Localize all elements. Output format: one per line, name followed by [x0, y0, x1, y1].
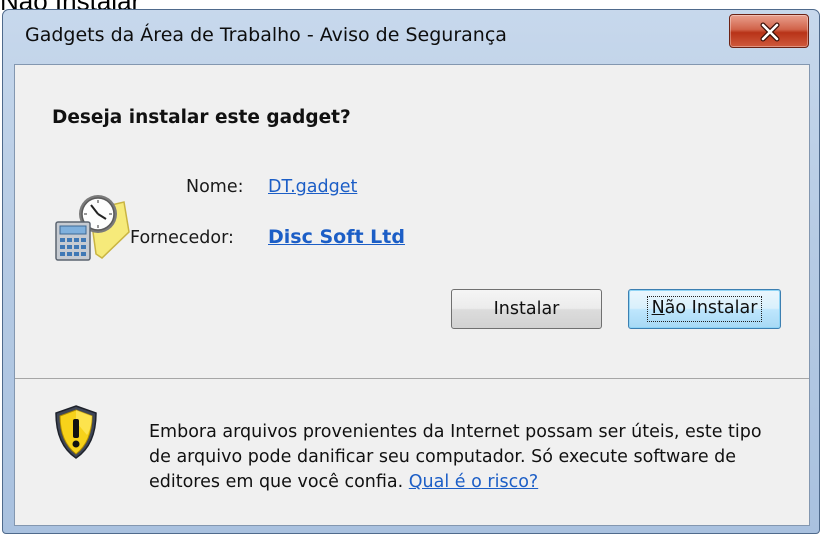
- window-title: Gadgets da Área de Trabalho - Aviso de S…: [25, 24, 507, 46]
- dont-install-label-rest: ão Instalar: [664, 298, 758, 319]
- warning-message: Embora arquivos provenientes da Internet…: [149, 420, 779, 495]
- dialog-client-area: Deseja instalar este gadget? Nome: DT.ga…: [14, 64, 810, 526]
- dont-install-button[interactable]: Não Instalar: [628, 289, 781, 329]
- security-shield-warning-icon: [52, 404, 100, 464]
- gadget-name-link[interactable]: DT.gadget: [268, 177, 357, 197]
- install-button[interactable]: Instalar: [451, 289, 602, 329]
- name-label: Nome:: [186, 177, 244, 197]
- install-button-label: Instalar: [493, 299, 560, 319]
- publisher-link[interactable]: Disc Soft Ltd: [268, 226, 405, 248]
- close-icon: [760, 22, 780, 42]
- publisher-label: Fornecedor:: [130, 228, 234, 248]
- gadget-calculator-clock-icon: [52, 188, 132, 268]
- dialog-heading: Deseja instalar este gadget?: [52, 107, 351, 128]
- security-warning-dialog: Gadgets da Área de Trabalho - Aviso de S…: [2, 9, 820, 534]
- close-button[interactable]: [729, 14, 809, 48]
- mnemonic-letter: N: [651, 298, 665, 319]
- dont-install-button-label: Não Instalar: [646, 296, 763, 322]
- risk-info-link[interactable]: Qual é o risco?: [409, 472, 538, 492]
